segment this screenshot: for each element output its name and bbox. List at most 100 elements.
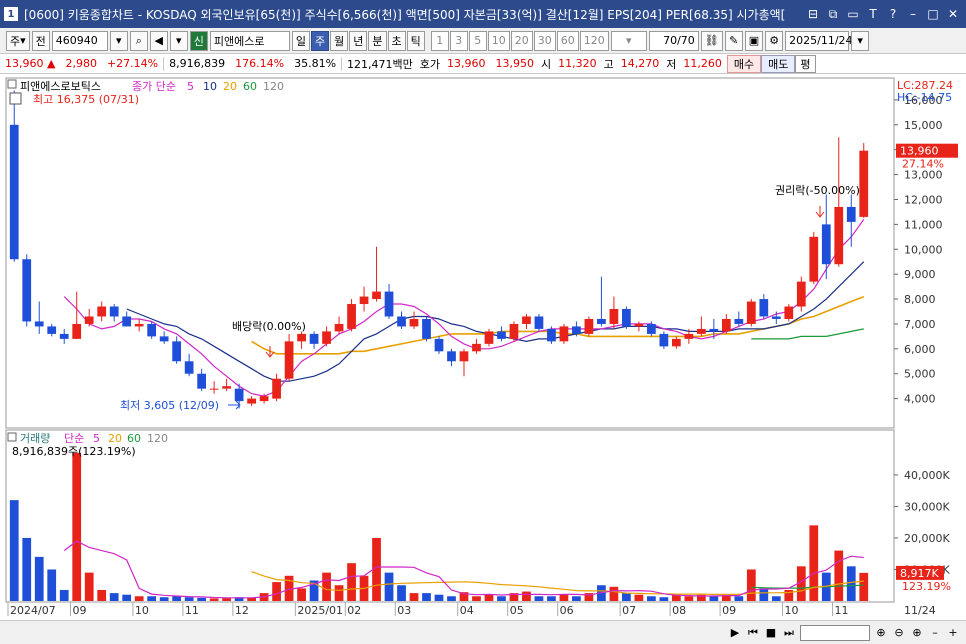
candle-body xyxy=(509,323,519,339)
maximize-window-icon[interactable]: □ xyxy=(924,5,942,23)
prev-button[interactable]: 전 xyxy=(31,30,50,51)
font-icon[interactable]: T xyxy=(864,5,882,23)
legend-ma60[interactable]: 60 xyxy=(243,80,257,93)
legend-vol-ma-label[interactable]: 단순 xyxy=(64,432,84,445)
current-volume-tag: 8,917K 123.19% xyxy=(896,565,951,593)
legend-vol-ma60[interactable]: 60 xyxy=(127,432,141,445)
interval-tab-30[interactable]: 30 xyxy=(533,30,556,51)
candle-body xyxy=(259,396,269,402)
interval-tab-3[interactable]: 3 xyxy=(449,30,468,51)
legend-ma10[interactable]: 10 xyxy=(203,80,217,93)
layout-icon[interactable]: ⊟ xyxy=(804,5,822,23)
scroll-right-button[interactable]: ▶ xyxy=(728,625,742,641)
interval-tab-10[interactable]: 10 xyxy=(487,30,510,51)
candle-body xyxy=(609,309,619,324)
period-tab-1[interactable]: 주 xyxy=(311,30,330,51)
settings-button[interactable]: ⚙ xyxy=(765,30,784,51)
link-button[interactable]: ⛓ xyxy=(700,30,723,51)
period-tab-5[interactable]: 초 xyxy=(387,30,406,51)
period-tab-2[interactable]: 월 xyxy=(330,30,349,51)
volume-bar xyxy=(22,537,32,601)
legend-volume-name[interactable]: 거래량 xyxy=(20,432,50,445)
legend-ma5[interactable]: 5 xyxy=(187,80,194,93)
candle-body xyxy=(796,281,806,307)
candle-body xyxy=(347,304,356,329)
new-listing-badge: 신 xyxy=(189,30,208,51)
price-tick-label: 5,000 xyxy=(904,368,936,381)
stop-button[interactable]: ■ xyxy=(764,625,778,641)
period-tab-4[interactable]: 분 xyxy=(368,30,387,51)
candle-body xyxy=(9,124,19,260)
save-button[interactable]: ▣ xyxy=(744,30,764,51)
legend-vol-ma20[interactable]: 20 xyxy=(108,432,122,445)
volume-bar xyxy=(159,597,169,601)
sell-button[interactable]: 매도 xyxy=(761,54,796,73)
candle-body xyxy=(372,291,381,300)
stock-name-field[interactable]: 피앤에스로 xyxy=(209,30,290,51)
current-price-tag: 13,960 27.14% xyxy=(896,143,958,171)
zoom-in-icon[interactable]: ⊕ xyxy=(874,625,888,641)
volume-bar xyxy=(522,591,531,601)
x-tick-label: 12 xyxy=(235,604,249,617)
interval-tab-1[interactable]: 1 xyxy=(430,30,449,51)
chevron-down-icon: ▾ xyxy=(857,34,863,47)
candle-body xyxy=(434,338,444,352)
close-window-icon[interactable]: ✕ xyxy=(944,5,962,23)
grid-toggle-icon[interactable] xyxy=(9,92,22,105)
zoom-slider[interactable] xyxy=(800,624,870,641)
candle-body xyxy=(784,306,794,319)
legend-ma-label[interactable]: 종가 단순 xyxy=(132,80,176,93)
stock-code-input[interactable]: 460940 xyxy=(51,30,108,51)
calendar-button[interactable]: ▾ xyxy=(851,30,870,51)
period-tab-0[interactable]: 일 xyxy=(291,30,311,51)
candle-body xyxy=(447,351,456,362)
code-dropdown-button[interactable]: ▾ xyxy=(109,30,128,51)
period-tab-3[interactable]: 년 xyxy=(349,30,368,51)
volume-bar xyxy=(846,566,856,601)
date-input[interactable]: 2025/11/24 xyxy=(785,30,853,51)
count-input[interactable]: 70/70 xyxy=(648,30,699,51)
volume-bar xyxy=(109,593,119,601)
decrease-button[interactable]: – xyxy=(928,625,942,641)
candle-body xyxy=(821,224,831,265)
chart-area[interactable]: 16,00015,00014,00013,00012,00011,00010,0… xyxy=(0,76,966,620)
period-select[interactable]: 주 ▾ xyxy=(6,30,30,51)
candle-body xyxy=(109,306,119,317)
bid-label: 호가 xyxy=(419,57,441,71)
buy-button[interactable]: 매수 xyxy=(726,54,762,73)
flat-button[interactable]: 평 xyxy=(795,54,816,73)
zoom-reset-icon[interactable]: ⊕ xyxy=(910,625,924,641)
interval-tab-120[interactable]: 120 xyxy=(579,30,609,51)
interval-tab-5[interactable]: 5 xyxy=(468,30,487,51)
last-page-button[interactable]: ⏭ xyxy=(782,625,796,641)
copy-window-icon[interactable]: ⧉ xyxy=(824,5,842,23)
interval-custom-input[interactable]: ▾ xyxy=(610,30,647,51)
interval-tab-60[interactable]: 60 xyxy=(556,30,579,51)
draw-button[interactable]: ✎ xyxy=(724,30,743,51)
volume-bar xyxy=(447,596,456,601)
first-page-button[interactable]: ⏮ xyxy=(746,625,760,641)
sound-button[interactable]: ◀ xyxy=(149,30,168,51)
help-icon[interactable]: ? xyxy=(884,5,902,23)
volume-bar xyxy=(609,586,619,601)
search-button[interactable]: ⌕ xyxy=(129,30,148,51)
interval-tab-20[interactable]: 20 xyxy=(510,30,533,51)
x-tick-label: 08 xyxy=(672,604,686,617)
legend-vol-ma120[interactable]: 120 xyxy=(147,432,168,445)
legend-ma20[interactable]: 20 xyxy=(223,80,237,93)
candle-body xyxy=(559,326,569,342)
legend-stock-name[interactable]: 피앤에스로보틱스 xyxy=(20,80,101,93)
candle-body xyxy=(34,321,44,327)
minimize-window-icon[interactable]: – xyxy=(904,5,922,23)
period-tab-6[interactable]: 틱 xyxy=(406,30,425,51)
hc-label: HC:-14.75 xyxy=(897,91,952,104)
legend-vol-ma5[interactable]: 5 xyxy=(93,432,100,445)
candle-body xyxy=(272,378,281,399)
candle-body xyxy=(397,316,406,327)
increase-button[interactable]: + xyxy=(946,625,960,641)
minimize-icon[interactable]: ▭ xyxy=(844,5,862,23)
volume-bar xyxy=(322,572,331,601)
sound-dropdown-button[interactable]: ▾ xyxy=(169,30,188,51)
legend-ma120[interactable]: 120 xyxy=(263,80,284,93)
zoom-out-icon[interactable]: ⊖ xyxy=(892,625,906,641)
